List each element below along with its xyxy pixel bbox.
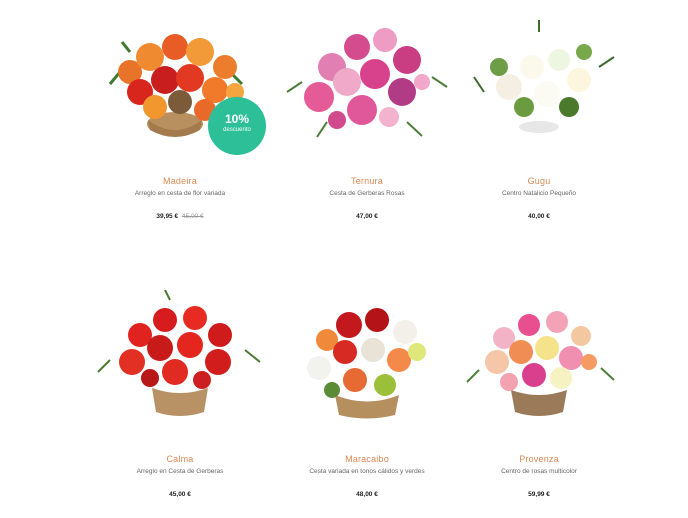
product-price: 39,95 €	[156, 213, 179, 220]
product-image-gugu[interactable]	[429, 12, 649, 142]
product-card-gugu[interactable]: Gugu Centro Natalicio Pequeño 40,00 €	[429, 12, 649, 222]
product-description: Centro Natalicio Pequeño	[501, 190, 577, 197]
multicolor-roses-basket-image	[466, 311, 615, 416]
product-grid: 10% descuento Madeira Arreglo en cesta d…	[0, 0, 688, 518]
product-old-price: 45,00 €	[181, 213, 204, 220]
product-price: 45,00 €	[169, 491, 191, 498]
product-description: Centro de rosas multicolor	[501, 468, 577, 475]
product-price-row: 59,99 €	[429, 490, 649, 500]
product-image-provenza[interactable]	[429, 290, 649, 420]
product-price: 59,99 €	[528, 491, 550, 498]
product-card-provenza[interactable]: Provenza Centro de rosas multicolor 59,9…	[429, 290, 649, 500]
product-price: 40,00 €	[528, 213, 550, 220]
product-price: 47,00 €	[356, 213, 378, 220]
product-name[interactable]: Gugu	[429, 175, 649, 187]
product-price-row: 40,00 €	[429, 212, 649, 222]
white-christmas-centerpiece-image	[473, 20, 615, 133]
product-name[interactable]: Provenza	[429, 453, 649, 465]
product-price: 48,00 €	[356, 491, 378, 498]
